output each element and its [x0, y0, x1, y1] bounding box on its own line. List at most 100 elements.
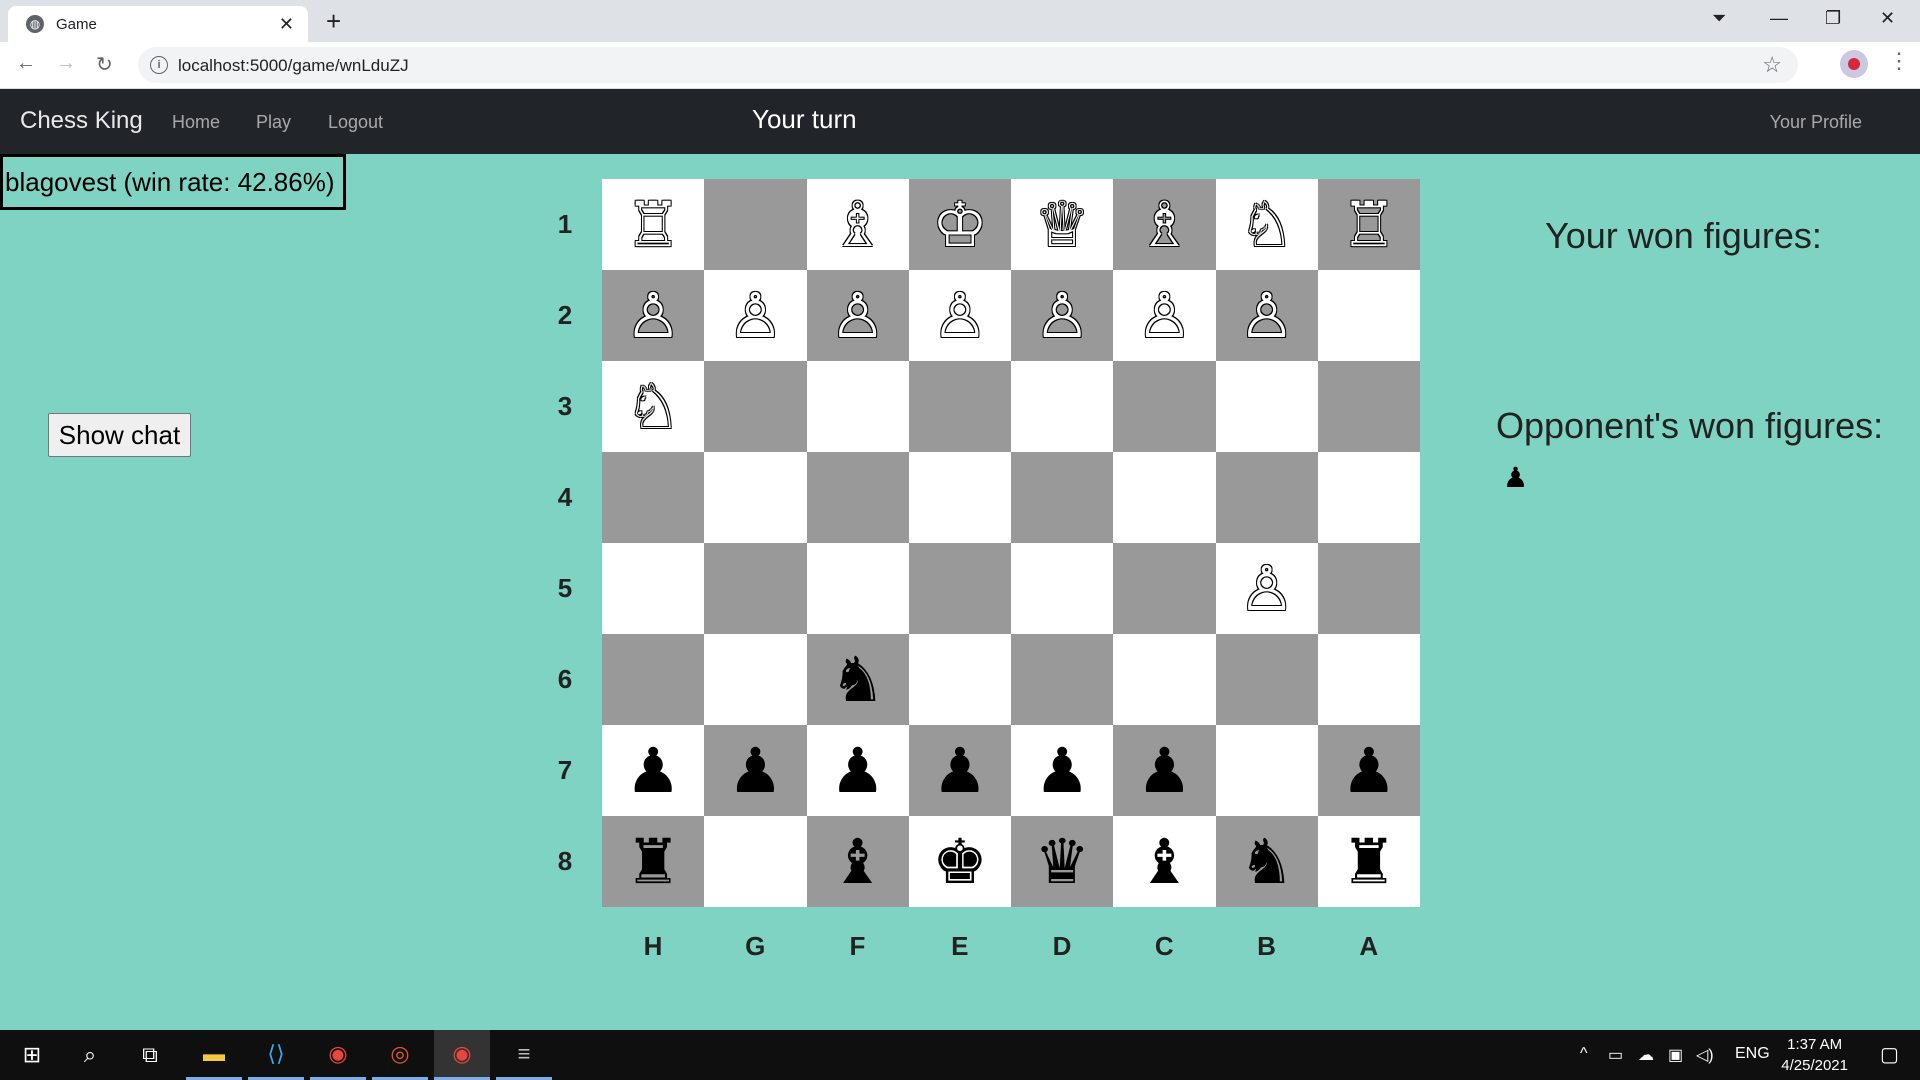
forward-icon[interactable]: →: [56, 52, 76, 75]
board-square[interactable]: ♙: [1011, 270, 1114, 361]
black-pawn-piece[interactable]: ♟: [830, 739, 886, 802]
board-square[interactable]: [908, 543, 1011, 634]
board-square[interactable]: ♞: [1215, 816, 1318, 907]
task-view-icon[interactable]: ⧉: [122, 1030, 178, 1080]
black-bishop-piece[interactable]: ♝: [1137, 830, 1193, 893]
bookmark-star-icon[interactable]: ☆: [1762, 52, 1782, 78]
board-square[interactable]: [908, 452, 1011, 543]
black-pawn-piece[interactable]: ♟: [728, 739, 784, 802]
board-square[interactable]: ♚: [908, 816, 1011, 907]
white-pawn-piece[interactable]: ♙: [1034, 284, 1090, 347]
board-square[interactable]: [602, 634, 705, 725]
board-square[interactable]: ♙: [1215, 543, 1318, 634]
board-square[interactable]: ♙: [1215, 270, 1318, 361]
system-clock[interactable]: 1:37 AM 4/25/2021: [1781, 1034, 1848, 1076]
board-square[interactable]: ♙: [602, 270, 705, 361]
search-icon[interactable]: ⌕: [62, 1030, 118, 1080]
board-square[interactable]: [1215, 634, 1318, 725]
new-tab-icon[interactable]: +: [326, 6, 341, 36]
restore-icon[interactable]: ❐: [1825, 8, 1841, 29]
reload-icon[interactable]: ↻: [96, 52, 113, 77]
browser-tab[interactable]: ◍ Game ✕: [8, 6, 308, 42]
black-knight-piece[interactable]: ♞: [1239, 830, 1295, 893]
board-square[interactable]: ♙: [806, 270, 909, 361]
tray-chevron-icon[interactable]: ^: [1580, 1045, 1588, 1063]
back-icon[interactable]: ←: [16, 52, 36, 75]
board-square[interactable]: ♗: [1113, 179, 1216, 270]
board-square[interactable]: [1317, 634, 1420, 725]
chrome-icon[interactable]: ◉: [434, 1030, 490, 1080]
notifications-icon[interactable]: ▢: [1880, 1042, 1899, 1067]
white-rook-piece[interactable]: ♖: [625, 193, 681, 256]
board-square[interactable]: ♙: [1113, 270, 1216, 361]
board-square[interactable]: ♕: [1011, 179, 1114, 270]
board-square[interactable]: [704, 816, 807, 907]
nav-logout[interactable]: Logout: [328, 112, 383, 133]
board-square[interactable]: [1011, 452, 1114, 543]
white-pawn-piece[interactable]: ♙: [1137, 284, 1193, 347]
close-tab-icon[interactable]: ✕: [279, 14, 294, 35]
white-pawn-piece[interactable]: ♙: [625, 284, 681, 347]
board-square[interactable]: ♟: [908, 725, 1011, 816]
close-window-icon[interactable]: ✕: [1880, 8, 1895, 29]
board-square[interactable]: [806, 361, 909, 452]
board-square[interactable]: ♟: [602, 725, 705, 816]
file-explorer-icon[interactable]: ▬: [186, 1030, 242, 1080]
nav-your-profile[interactable]: Your Profile: [1770, 112, 1862, 133]
board-square[interactable]: ♔: [908, 179, 1011, 270]
network-icon[interactable]: ▣: [1668, 1045, 1683, 1065]
black-pawn-piece[interactable]: ♟: [932, 739, 988, 802]
board-square[interactable]: [1113, 452, 1216, 543]
nav-home[interactable]: Home: [172, 112, 220, 133]
volume-icon[interactable]: ◁): [1696, 1045, 1714, 1065]
board-square[interactable]: [1215, 361, 1318, 452]
white-pawn-piece[interactable]: ♙: [932, 284, 988, 347]
board-square[interactable]: [602, 543, 705, 634]
board-square[interactable]: [908, 634, 1011, 725]
board-square[interactable]: [1317, 543, 1420, 634]
ubuntu-icon[interactable]: ◎: [372, 1030, 428, 1080]
board-square[interactable]: [908, 361, 1011, 452]
battery-icon[interactable]: ▭: [1608, 1045, 1623, 1065]
minimize-icon[interactable]: —: [1770, 8, 1788, 29]
board-square[interactable]: [1317, 270, 1420, 361]
board-square[interactable]: ♟: [806, 725, 909, 816]
board-square[interactable]: ♘: [602, 361, 705, 452]
board-square[interactable]: [704, 179, 807, 270]
board-square[interactable]: ♘: [1215, 179, 1318, 270]
address-bar[interactable]: i localhost:5000/game/wnLduZJ ☆: [138, 47, 1798, 83]
black-pawn-piece[interactable]: ♟: [1034, 739, 1090, 802]
board-square[interactable]: [704, 361, 807, 452]
white-pawn-piece[interactable]: ♙: [728, 284, 784, 347]
board-square[interactable]: [1215, 452, 1318, 543]
database-icon[interactable]: ≡: [496, 1030, 552, 1080]
board-square[interactable]: ♜: [1317, 816, 1420, 907]
board-square[interactable]: ♞: [806, 634, 909, 725]
board-square[interactable]: [1011, 543, 1114, 634]
site-info-icon[interactable]: i: [150, 56, 168, 74]
board-square[interactable]: [1011, 634, 1114, 725]
show-chat-button[interactable]: Show chat: [48, 413, 191, 457]
start-icon[interactable]: ⊞: [4, 1030, 60, 1080]
black-pawn-piece[interactable]: ♟: [1341, 739, 1397, 802]
board-square[interactable]: ♜: [602, 816, 705, 907]
white-bishop-piece[interactable]: ♗: [830, 193, 886, 256]
board-square[interactable]: [1317, 361, 1420, 452]
board-square[interactable]: [1113, 361, 1216, 452]
board-square[interactable]: ♙: [908, 270, 1011, 361]
black-rook-piece[interactable]: ♜: [1341, 830, 1397, 893]
board-square[interactable]: ♗: [806, 179, 909, 270]
white-queen-piece[interactable]: ♕: [1034, 193, 1090, 256]
board-square[interactable]: ♟: [704, 725, 807, 816]
white-king-piece[interactable]: ♔: [932, 193, 988, 256]
nav-play[interactable]: Play: [256, 112, 291, 133]
brand-link[interactable]: Chess King: [20, 107, 143, 135]
board-square[interactable]: ♝: [806, 816, 909, 907]
board-square[interactable]: [704, 634, 807, 725]
chrome-profile-icon[interactable]: ◉: [310, 1030, 366, 1080]
board-square[interactable]: [1011, 361, 1114, 452]
white-pawn-piece[interactable]: ♙: [1239, 284, 1295, 347]
black-rook-piece[interactable]: ♜: [625, 830, 681, 893]
board-square[interactable]: [1113, 543, 1216, 634]
board-square[interactable]: [1215, 725, 1318, 816]
